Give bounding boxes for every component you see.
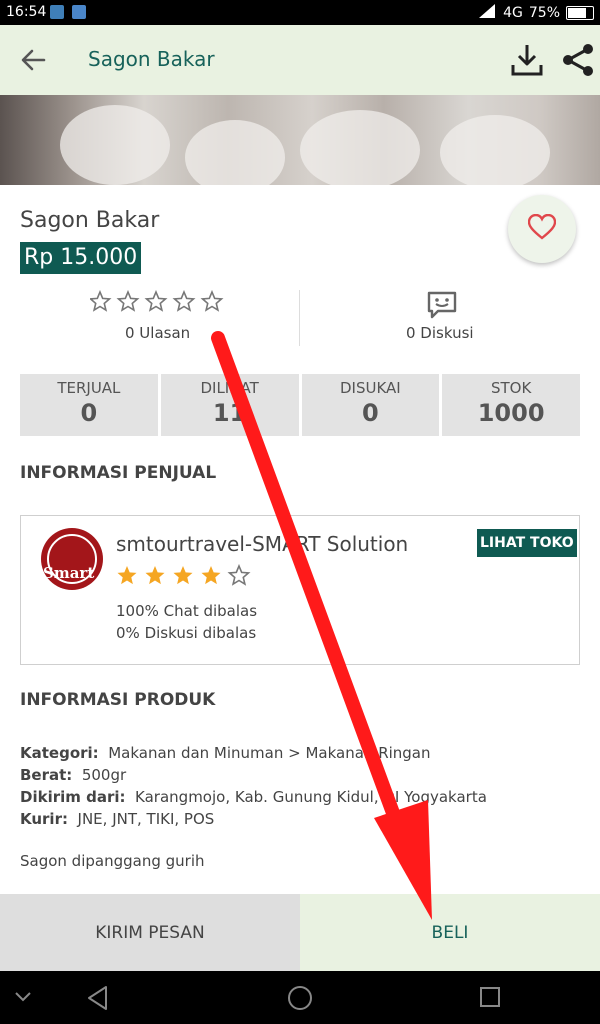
- info-row-weight: Berat: 500gr: [20, 766, 126, 784]
- screenshot-notification-icon: [50, 5, 64, 19]
- star-icon: [200, 290, 224, 312]
- nav-home-icon[interactable]: [287, 985, 313, 1011]
- seller-name: smtourtravel-SMART Solution: [116, 532, 409, 556]
- stat-label: TERJUAL: [57, 379, 121, 397]
- info-value: Makanan dan Minuman > Makanan Ringan: [108, 744, 431, 762]
- stat-terjual: TERJUAL 0: [20, 374, 158, 436]
- stat-label: STOK: [490, 379, 532, 397]
- download-icon[interactable]: [508, 41, 546, 79]
- rating-stars: [90, 290, 224, 312]
- divider: [299, 290, 300, 346]
- star-icon: [144, 290, 168, 312]
- info-value: 500gr: [81, 766, 127, 784]
- page-title: Sagon Bakar: [88, 47, 215, 71]
- seller-card[interactable]: Smart smtourtravel-SMART Solution 100% C…: [20, 515, 580, 665]
- stat-disukai: DISUKAI 0: [301, 374, 440, 436]
- star-icon: [145, 566, 165, 585]
- signal-icon: [479, 4, 497, 22]
- product-stats: TERJUAL 0 DILIHAT 11 DISUKAI 0 STOK 1000: [20, 374, 580, 436]
- product-section-title: INFORMASI PRODUK: [20, 690, 216, 710]
- info-row-courier: Kurir: JNE, JNT, TIKI, POS: [20, 810, 214, 828]
- discussions-count[interactable]: 0 Diskusi: [406, 324, 474, 342]
- info-value: Karangmojo, Kab. Gunung Kidul, DI Yogyak…: [135, 788, 487, 806]
- star-icon: [90, 290, 112, 312]
- info-key: Berat:: [20, 766, 73, 784]
- product-image[interactable]: [0, 95, 600, 185]
- status-bar: 16:54 4G 75%: [0, 0, 600, 25]
- chevron-down-icon[interactable]: [14, 991, 32, 1003]
- seller-logo-text: Smart: [43, 564, 95, 582]
- product-description: Sagon dipanggang gurih: [20, 852, 205, 870]
- star-icon: [201, 566, 221, 585]
- star-icon: [227, 564, 251, 586]
- status-right: 4G 75%: [479, 4, 594, 22]
- stat-label: DILIHAT: [200, 379, 259, 397]
- battery-percent: 75%: [528, 5, 560, 21]
- bottom-action-bar: KIRIM PESAN BELI: [0, 894, 600, 971]
- app-bar: Sagon Bakar: [0, 25, 600, 95]
- info-key: Dikirim dari:: [20, 788, 126, 806]
- stat-dilihat: DILIHAT 11: [160, 374, 299, 436]
- seller-rating-stars: [117, 564, 251, 586]
- stat-value: 0: [362, 399, 379, 427]
- stat-value: 1000: [477, 399, 545, 427]
- buy-button[interactable]: BELI: [300, 894, 600, 971]
- review-summary: 0 Ulasan 0 Diskusi: [0, 288, 600, 348]
- info-value: JNE, JNT, TIKI, POS: [77, 810, 215, 828]
- stat-stok: STOK 1000: [442, 374, 580, 436]
- system-nav-bar: [0, 971, 600, 1024]
- nav-recents-icon[interactable]: [479, 986, 501, 1008]
- product-name: Sagon Bakar: [20, 208, 160, 233]
- chat-reply-rate: 100% Chat dibalas: [116, 602, 258, 620]
- reviews-count[interactable]: 0 Ulasan: [125, 324, 190, 342]
- share-icon[interactable]: [560, 42, 596, 78]
- visit-store-button[interactable]: LIHAT TOKO: [477, 529, 577, 557]
- back-arrow-icon[interactable]: [18, 45, 48, 75]
- heart-icon: [527, 213, 557, 244]
- seller-section-title: INFORMASI PENJUAL: [20, 463, 217, 483]
- discussion-icon[interactable]: [426, 290, 458, 320]
- info-key: Kurir:: [20, 810, 68, 828]
- stat-label: DISUKAI: [340, 379, 401, 397]
- info-row-category: Kategori: Makanan dan Minuman > Makanan …: [20, 744, 431, 762]
- product-price: Rp 15.000: [20, 242, 142, 274]
- star-icon: [173, 566, 193, 585]
- favorite-button[interactable]: [508, 195, 576, 263]
- info-key: Kategori:: [20, 744, 99, 762]
- star-icon: [172, 290, 196, 312]
- stat-value: 0: [80, 399, 98, 427]
- stat-value: 11: [212, 399, 247, 427]
- seller-logo: Smart: [41, 528, 103, 590]
- star-icon: [116, 290, 140, 312]
- info-row-origin: Dikirim dari: Karangmojo, Kab. Gunung Ki…: [20, 788, 487, 806]
- send-message-button[interactable]: KIRIM PESAN: [0, 894, 300, 971]
- star-icon: [117, 566, 137, 585]
- battery-icon: [566, 6, 594, 20]
- download-notification-icon: [72, 5, 86, 19]
- network-type: 4G: [503, 5, 523, 21]
- status-time: 16:54: [6, 4, 47, 20]
- nav-back-icon[interactable]: [86, 985, 110, 1011]
- discussion-reply-rate: 0% Diskusi dibalas: [116, 624, 257, 642]
